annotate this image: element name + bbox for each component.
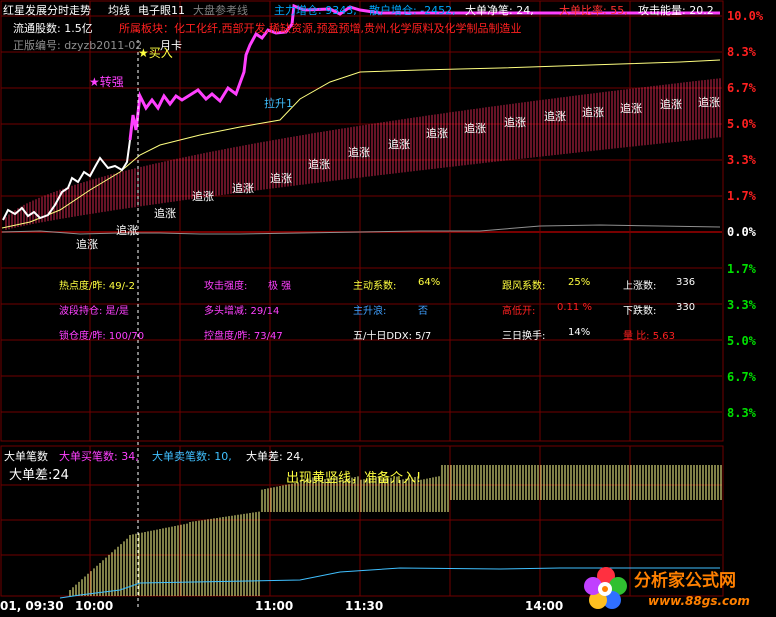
big-buy-count: 大单买笔数: 34, xyxy=(59,450,139,463)
percent-tick-label: 10.0% xyxy=(727,9,764,23)
legend-item: 电子眼11 xyxy=(138,4,185,17)
stat-item: 主动系数: xyxy=(353,281,397,292)
legend-item: 主力增仓: 9343, xyxy=(274,4,357,17)
chase-signal-label: 追涨 xyxy=(76,238,98,251)
time-tick-label: 11:30 xyxy=(345,599,384,613)
percent-tick-label: 1.7% xyxy=(727,189,756,203)
stat-item: 330 xyxy=(676,302,696,313)
stat-item: 多头增减: 29/14 xyxy=(204,306,280,317)
big-diff-inline: 大单差: 24, xyxy=(246,450,304,463)
chase-signal-label: 追涨 xyxy=(388,138,410,151)
time-tick-label: 01, 09:30 xyxy=(0,599,64,613)
stat-item: 波段持仓: 是/是 xyxy=(59,306,129,317)
chase-signal-label: 追涨 xyxy=(582,106,604,119)
stat-item: 三日换手: xyxy=(502,331,546,342)
chase-signal-label: 追涨 xyxy=(504,116,526,129)
signal-message: 出现黄竖线，准备介入! xyxy=(286,471,422,486)
flower-logo-icon xyxy=(584,567,627,609)
chase-signal-label: 追涨 xyxy=(116,224,138,237)
legend-item: 大单比率: 55, xyxy=(559,4,628,17)
chase-signal-label: 追涨 xyxy=(232,182,254,195)
watermark-url: www.88gs.com xyxy=(648,594,750,608)
float-shares: 流通股数: 1.5亿 xyxy=(13,22,93,35)
lift-signal: 拉升1 xyxy=(264,97,293,110)
percent-tick-label: 6.7% xyxy=(727,81,756,95)
legend-item: 大盘参考线 xyxy=(193,4,248,17)
sector-info: 所属板块：化工化纤,西部开发,稀缺资源,预盈预增,贵州,化学原料及化学制品制造业 xyxy=(119,22,522,35)
percent-tick-label: 5.0% xyxy=(727,117,756,131)
big-sell-count: 大单卖笔数: 10, xyxy=(152,450,232,463)
legend-item: 散户增仓: -2452, xyxy=(369,4,456,17)
stat-item: 攻击强度: xyxy=(204,281,248,292)
turn-strong-signal: ★转强 xyxy=(89,75,124,89)
watermark-logo xyxy=(580,562,632,617)
percent-tick-label: 8.3% xyxy=(727,406,756,420)
percent-tick-label: 1.7% xyxy=(727,262,756,276)
time-tick-label: 11:00 xyxy=(255,599,294,613)
stat-item: 极 强 xyxy=(268,281,292,292)
time-tick-label: 14:00 xyxy=(525,599,564,613)
chase-signal-label: 追涨 xyxy=(192,190,214,203)
stat-item: 14% xyxy=(568,327,591,338)
percent-tick-label: 6.7% xyxy=(727,370,756,384)
chase-signal-label: 追涨 xyxy=(464,122,486,135)
stat-item: 25% xyxy=(568,277,591,288)
percent-tick-label: 3.3% xyxy=(727,298,756,312)
percent-tick-label: 8.3% xyxy=(727,45,756,59)
percent-tick-label: 3.3% xyxy=(727,153,756,167)
percent-tick-label: 5.0% xyxy=(727,334,756,348)
stat-item: 主升浪: xyxy=(353,306,387,317)
stat-item: 上涨数: xyxy=(623,281,657,292)
chart-grid xyxy=(0,0,724,597)
stat-item: 否 xyxy=(418,306,428,317)
chart-title: 红星发展分时走势 xyxy=(3,4,91,17)
stat-item: 热点度/昨: 49/-2 xyxy=(59,281,135,292)
stat-item: 五/十日DDX: 5/7 xyxy=(353,331,432,342)
edition-number: 正版编号: dzyzb2011-02 xyxy=(13,39,143,52)
chase-signal-label: 追涨 xyxy=(154,207,176,220)
watermark-name: 分析家公式网 xyxy=(634,571,736,591)
main-panel-border xyxy=(0,0,724,442)
stat-item: 336 xyxy=(676,277,696,288)
stat-item: 锁仓度/昨: 100/70 xyxy=(59,331,145,342)
legend-item: 均线 xyxy=(108,4,130,17)
chase-signal-label: 追涨 xyxy=(308,158,330,171)
chase-signal-label: 追涨 xyxy=(426,127,448,140)
chase-signal-label: 追涨 xyxy=(544,110,566,123)
legend-item: 攻击能量: 20.2 xyxy=(638,4,714,17)
time-tick-label: 10:00 xyxy=(75,599,114,613)
stat-item: 跟风系数: xyxy=(502,281,546,292)
percent-tick-label: 0.0% xyxy=(727,225,756,239)
buy-signal: ★买入 xyxy=(138,46,173,60)
stat-item: 64% xyxy=(418,277,441,288)
stat-item: 量 比: 5.63 xyxy=(623,331,675,342)
chase-signal-label: 追涨 xyxy=(698,96,720,109)
stat-item: 0.11 % xyxy=(557,302,592,313)
chase-signal-label: 追涨 xyxy=(270,172,292,185)
bottom-panel-title: 大单笔数 xyxy=(4,450,48,463)
big-diff-label: 大单差:24 xyxy=(9,468,69,483)
chase-signal-label: 追涨 xyxy=(660,98,682,111)
legend-item: 大单净笔: 24, xyxy=(465,4,534,17)
stat-item: 高低开: xyxy=(502,306,536,317)
chase-signal-label: 追涨 xyxy=(348,146,370,159)
stat-item: 控盘度/昨: 73/47 xyxy=(204,331,283,342)
stat-item: 下跌数: xyxy=(623,306,657,317)
chase-signal-label: 追涨 xyxy=(620,102,642,115)
